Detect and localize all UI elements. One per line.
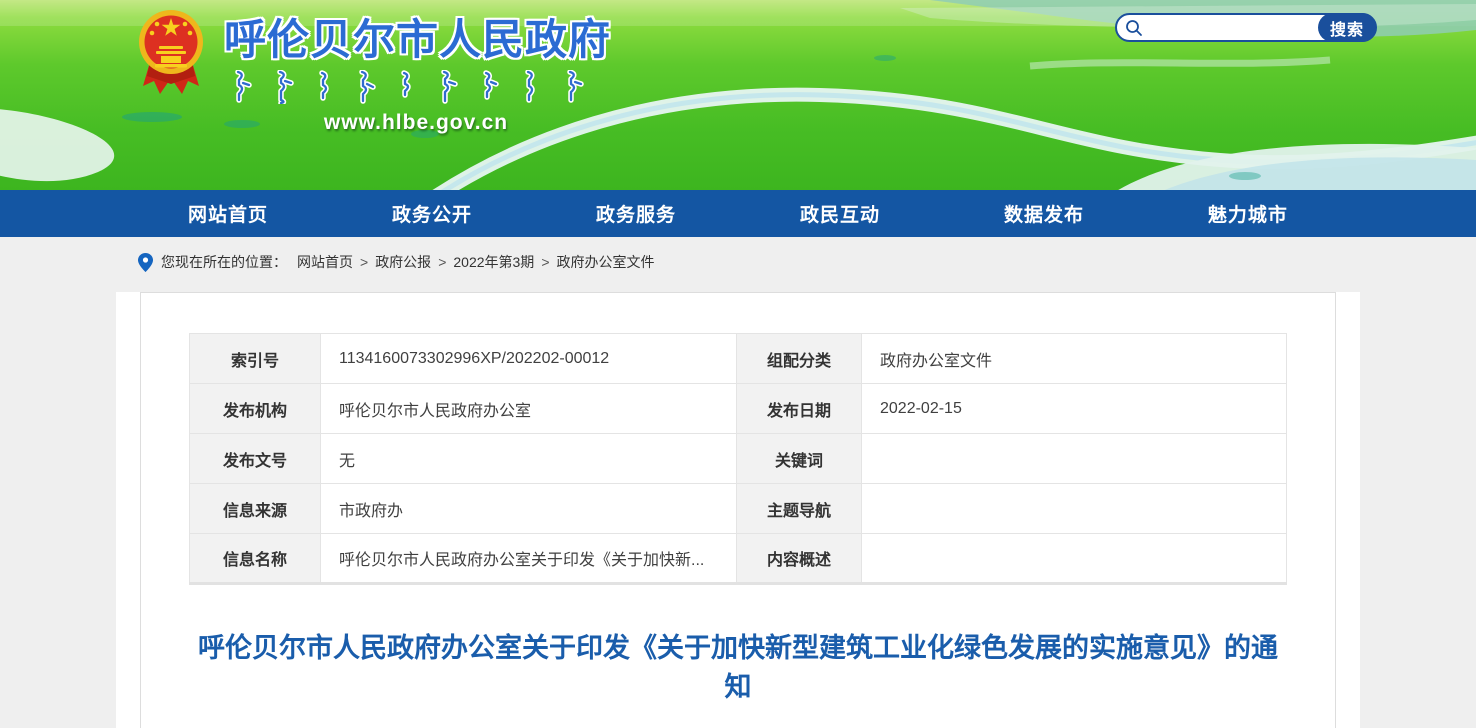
meta-value-issuing-agency: 呼伦贝尔市人民政府办公室 [321,384,737,434]
breadcrumb: 您现在所在的位置： 网站首页 > 政府公报 > 2022年第3期 > 政府办公室… [116,252,1360,272]
breadcrumb-link-issue[interactable]: 2022年第3期 [453,252,534,272]
document-meta-table: 索引号 1134160073302996XP/202202-00012 组配分类… [189,333,1287,585]
table-row: 信息名称 呼伦贝尔市人民政府办公室关于印发《关于加快新... 内容概述 [190,534,1287,584]
content-card: 索引号 1134160073302996XP/202202-00012 组配分类… [116,292,1360,728]
nav-item-data[interactable]: 数据发布 [1004,200,1084,227]
main-navigation: 网站首页 政务公开 政务服务 政民互动 数据发布 魅力城市 [0,190,1476,237]
national-emblem-icon [138,6,204,98]
table-row: 发布机构 呼伦贝尔市人民政府办公室 发布日期 2022-02-15 [190,384,1287,434]
site-title: 呼伦贝尔市人民政府 [224,6,608,67]
breadcrumb-link-home[interactable]: 网站首页 [297,252,353,272]
meta-value-index-no: 1134160073302996XP/202202-00012 [321,334,737,384]
meta-value-topic-nav [862,484,1287,534]
meta-value-info-name: 呼伦贝尔市人民政府办公室关于印发《关于加快新... [321,534,737,584]
search-bar: 搜索 [1115,13,1377,42]
breadcrumb-separator: > [438,254,446,270]
meta-label-info-name: 信息名称 [190,534,321,584]
meta-value-category: 政府办公室文件 [862,334,1287,384]
nav-item-gov-info[interactable]: 政务公开 [392,200,472,227]
nav-item-gov-service[interactable]: 政务服务 [596,200,676,227]
breadcrumb-link-category[interactable]: 政府办公室文件 [557,252,655,272]
document-container: 索引号 1134160073302996XP/202202-00012 组配分类… [140,292,1336,728]
meta-value-summary [862,534,1287,584]
search-icon [1125,19,1143,37]
meta-label-issuing-agency: 发布机构 [190,384,321,434]
nav-item-city[interactable]: 魅力城市 [1208,200,1288,227]
breadcrumb-separator: > [360,254,368,270]
table-row: 索引号 1134160073302996XP/202202-00012 组配分类… [190,334,1287,384]
table-row: 发布文号 无 关键词 [190,434,1287,484]
nav-item-home[interactable]: 网站首页 [188,200,268,227]
meta-label-info-source: 信息来源 [190,484,321,534]
search-button[interactable]: 搜索 [1318,13,1376,42]
meta-value-publish-date: 2022-02-15 [862,384,1287,434]
breadcrumb-link-gazette[interactable]: 政府公报 [375,252,431,272]
meta-value-keywords [862,434,1287,484]
meta-label-doc-number: 发布文号 [190,434,321,484]
meta-value-info-source: 市政府办 [321,484,737,534]
site-url: www.hlbe.gov.cn [224,111,608,135]
site-logo-home-link[interactable]: 呼伦贝尔市人民政府 [138,6,608,135]
meta-label-publish-date: 发布日期 [737,384,862,434]
breadcrumb-prefix: 您现在所在的位置： [161,252,287,272]
header-banner: 呼伦贝尔市人民政府 [0,0,1476,190]
meta-label-index-no: 索引号 [190,334,321,384]
document-title: 呼伦贝尔市人民政府办公室关于印发《关于加快新型建筑工业化绿色发展的实施意见》的通… [189,629,1287,707]
meta-label-category: 组配分类 [737,334,862,384]
meta-label-summary: 内容概述 [737,534,862,584]
table-row: 信息来源 市政府办 主题导航 [190,484,1287,534]
meta-label-topic-nav: 主题导航 [737,484,862,534]
meta-value-doc-number: 无 [321,434,737,484]
mongolian-script [230,70,602,104]
nav-item-interaction[interactable]: 政民互动 [800,200,880,227]
location-pin-icon [138,253,153,272]
meta-label-keywords: 关键词 [737,434,862,484]
breadcrumb-separator: > [541,254,549,270]
